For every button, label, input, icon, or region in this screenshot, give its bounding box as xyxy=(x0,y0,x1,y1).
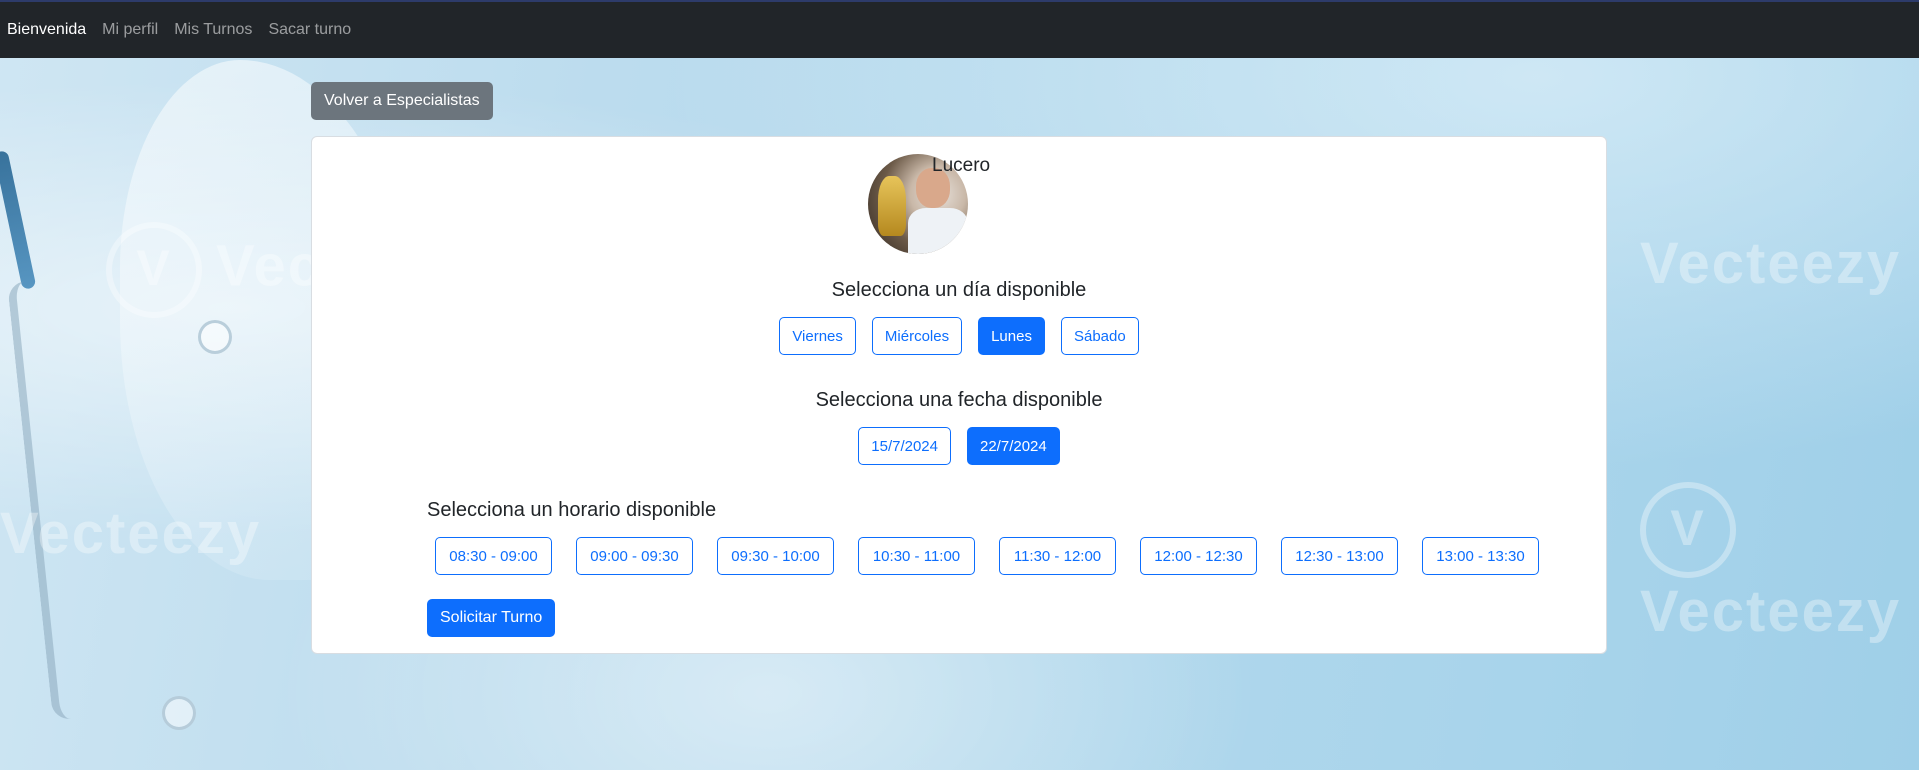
background-stethoscope-tube xyxy=(7,279,89,721)
appointment-card: Lucero Selecciona un día disponible Vier… xyxy=(311,136,1607,654)
hour-option[interactable]: 12:00 - 12:30 xyxy=(1140,537,1257,575)
request-appointment-button[interactable]: Solicitar Turno xyxy=(427,599,556,637)
day-section-title: Selecciona un día disponible xyxy=(831,279,1087,301)
background-coat-button xyxy=(162,696,196,730)
nav-link-bienvenida[interactable]: Bienvenida xyxy=(7,21,86,39)
back-to-specialists-button[interactable]: Volver a Especialistas xyxy=(311,82,493,120)
date-option[interactable]: 15/7/2024 xyxy=(858,427,951,465)
date-options: 15/7/2024 22/7/2024 xyxy=(312,427,1606,465)
nav-link-mis-turnos[interactable]: Mis Turnos xyxy=(174,21,252,39)
hour-option[interactable]: 12:30 - 13:00 xyxy=(1281,537,1398,575)
day-option-viernes[interactable]: Viernes xyxy=(779,317,856,355)
watermark: VVecteezy xyxy=(1640,482,1919,645)
day-option-miercoles[interactable]: Miércoles xyxy=(871,317,963,355)
date-option[interactable]: 22/7/2024 xyxy=(967,427,1060,465)
hour-option[interactable]: 10:30 - 11:00 xyxy=(858,537,975,575)
hour-option[interactable]: 13:00 - 13:30 xyxy=(1422,537,1539,575)
day-option-lunes[interactable]: Lunes xyxy=(978,317,1045,355)
background-stethoscope xyxy=(0,150,37,290)
date-section-title: Selecciona una fecha disponible xyxy=(815,389,1103,411)
nav-link-sacar-turno[interactable]: Sacar turno xyxy=(268,21,351,39)
watermark: Vecteezy xyxy=(0,501,262,566)
shirt-shape xyxy=(908,208,968,254)
hour-option[interactable]: 08:30 - 09:00 xyxy=(435,537,552,575)
day-options: Viernes Miércoles Lunes Sábado xyxy=(312,317,1606,355)
background-coat-button xyxy=(198,320,232,354)
specialist-name: Lucero xyxy=(932,155,991,176)
navbar: Bienvenida Mi perfil Mis Turnos Sacar tu… xyxy=(0,0,1919,58)
hour-option[interactable]: 09:00 - 09:30 xyxy=(576,537,693,575)
hour-section-title: Selecciona un horario disponible xyxy=(427,499,717,521)
watermark: Vecteezy xyxy=(1640,231,1902,296)
hour-option[interactable]: 11:30 - 12:00 xyxy=(999,537,1116,575)
nav-link-mi-perfil[interactable]: Mi perfil xyxy=(102,21,158,39)
day-option-sabado[interactable]: Sábado xyxy=(1060,317,1139,355)
hour-options: 08:30 - 09:00 09:00 - 09:30 09:30 - 10:0… xyxy=(427,537,1555,575)
trophy-shape xyxy=(878,176,906,236)
hour-option[interactable]: 09:30 - 10:00 xyxy=(717,537,834,575)
